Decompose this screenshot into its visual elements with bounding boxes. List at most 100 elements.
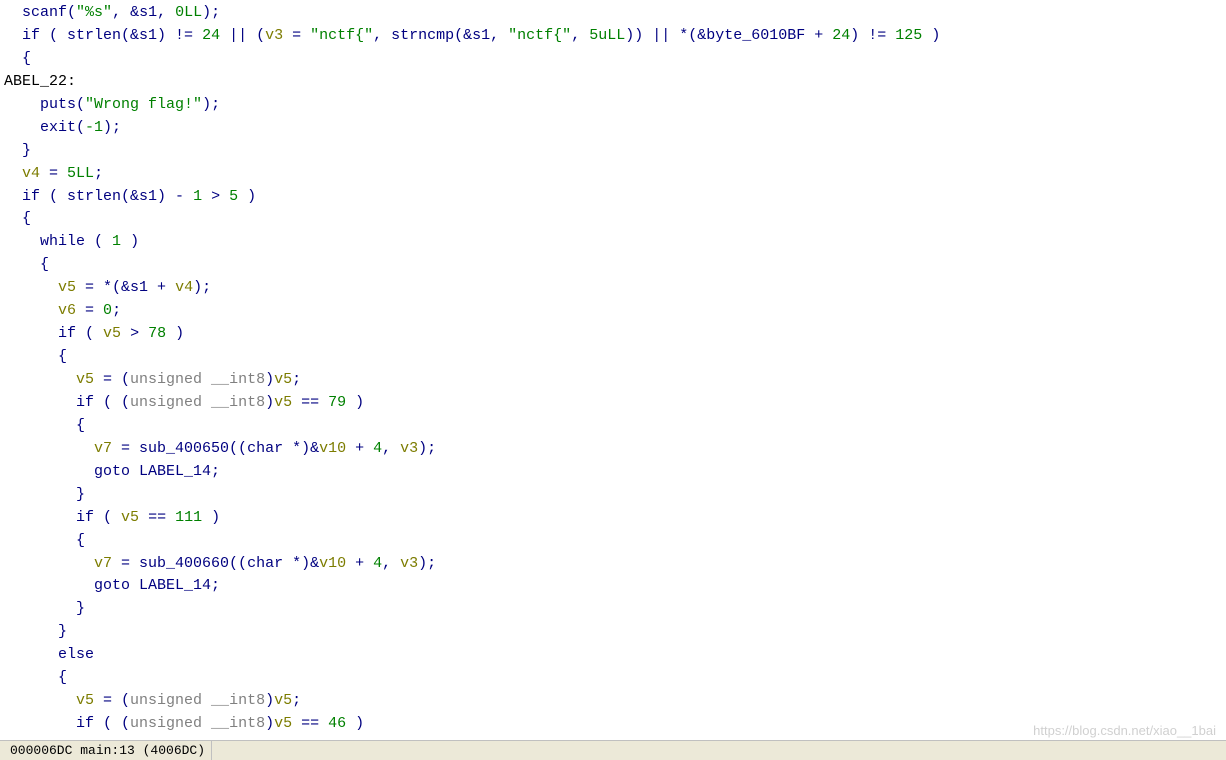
code-token: == — [292, 394, 328, 411]
code-line[interactable]: v5 = (unsigned __int8)v5; — [4, 369, 1222, 392]
code-token: if — [22, 27, 40, 44]
code-token: v3 — [400, 555, 418, 572]
code-token: 4 — [373, 440, 382, 457]
code-token: { — [58, 669, 67, 686]
code-token: v5 — [274, 692, 292, 709]
code-line[interactable]: { — [4, 530, 1222, 553]
code-token: scanf — [22, 4, 67, 21]
code-line[interactable]: v7 = sub_400660((char *)&v10 + 4, v3); — [4, 553, 1222, 576]
code-token: 1 — [193, 188, 202, 205]
code-line[interactable]: scanf("%s", &s1, 0LL); — [4, 2, 1222, 25]
code-token: ; — [112, 302, 121, 319]
code-token: v5 — [274, 371, 292, 388]
code-line[interactable]: { — [4, 346, 1222, 369]
code-line[interactable]: v5 = (unsigned __int8)v5; — [4, 690, 1222, 713]
code-token: unsigned __int8 — [130, 371, 265, 388]
code-line[interactable]: ABEL_22: — [4, 71, 1222, 94]
code-token: ); — [418, 555, 436, 572]
code-line[interactable]: } — [4, 621, 1222, 644]
code-token: ); — [418, 440, 436, 457]
code-token: { — [76, 532, 85, 549]
code-token: = sub_400650(( — [112, 440, 247, 457]
code-line[interactable]: } — [4, 484, 1222, 507]
code-token: else — [58, 646, 94, 663]
code-token: 4 — [373, 555, 382, 572]
code-token: , &s1, — [112, 4, 175, 21]
code-token: ( strlen(&s1) != — [40, 27, 202, 44]
code-token: v7 — [94, 555, 112, 572]
code-token: goto — [94, 463, 130, 480]
code-line[interactable]: while ( 1 ) — [4, 231, 1222, 254]
code-token: *)& — [283, 555, 319, 572]
code-line[interactable]: v4 = 5LL; — [4, 163, 1222, 186]
code-token: LABEL_14; — [130, 463, 220, 480]
code-token: , — [382, 440, 400, 457]
code-token: } — [22, 142, 31, 159]
code-token: -1 — [85, 119, 103, 136]
code-line[interactable]: if ( strlen(&s1) - 1 > 5 ) — [4, 186, 1222, 209]
code-token: while — [40, 233, 85, 250]
code-line[interactable]: { — [4, 667, 1222, 690]
code-token: 1 — [112, 233, 121, 250]
code-line[interactable]: else — [4, 644, 1222, 667]
code-token: v5 — [103, 325, 121, 342]
code-token: if — [22, 188, 40, 205]
code-token: ( strlen(&s1) - — [40, 188, 193, 205]
code-line[interactable]: if ( v5 == 111 ) — [4, 507, 1222, 530]
code-line[interactable]: } — [4, 598, 1222, 621]
code-token: ( — [85, 233, 112, 250]
code-token: v10 — [319, 440, 346, 457]
code-token: ) — [166, 325, 184, 342]
code-line[interactable]: } — [4, 140, 1222, 163]
code-token: ( ( — [94, 715, 130, 732]
code-token: ); — [103, 119, 121, 136]
code-token: = ( — [94, 371, 130, 388]
code-token: 111 — [175, 509, 202, 526]
code-viewer[interactable]: scanf("%s", &s1, 0LL); if ( strlen(&s1) … — [0, 0, 1226, 738]
code-token: ( ( — [94, 394, 130, 411]
code-token: if — [58, 325, 76, 342]
code-token: char — [247, 555, 283, 572]
code-token: 0LL — [175, 4, 202, 21]
code-token: ); — [202, 96, 220, 113]
code-token: = — [283, 27, 310, 44]
code-token: { — [22, 50, 31, 67]
code-line[interactable]: puts("Wrong flag!"); — [4, 94, 1222, 117]
code-line[interactable]: exit(-1); — [4, 117, 1222, 140]
code-token: ) — [202, 509, 220, 526]
code-line[interactable]: { — [4, 254, 1222, 277]
code-line[interactable]: goto LABEL_14; — [4, 461, 1222, 484]
code-token: unsigned __int8 — [130, 715, 265, 732]
code-token: v3 — [400, 440, 418, 457]
code-line[interactable]: v7 = sub_400650((char *)&v10 + 4, v3); — [4, 438, 1222, 461]
code-token: , strncmp(&s1, — [373, 27, 508, 44]
code-line[interactable]: { — [4, 48, 1222, 71]
code-token: v4 — [22, 165, 40, 182]
code-token: ) — [346, 715, 364, 732]
code-token: { — [58, 348, 67, 365]
code-token: v5 — [274, 715, 292, 732]
code-line[interactable]: if ( strlen(&s1) != 24 || (v3 = "nctf{",… — [4, 25, 1222, 48]
code-line[interactable]: v5 = *(&s1 + v4); — [4, 277, 1222, 300]
code-token: "nctf{" — [508, 27, 571, 44]
code-line[interactable]: if ( (unsigned __int8)v5 == 79 ) — [4, 392, 1222, 415]
status-bar: 000006DC main:13 (4006DC) — [0, 740, 1226, 760]
code-token: 78 — [148, 325, 166, 342]
code-line[interactable]: { — [4, 208, 1222, 231]
code-line[interactable]: v6 = 0; — [4, 300, 1222, 323]
code-token: ) — [346, 394, 364, 411]
code-line[interactable]: goto LABEL_14; — [4, 575, 1222, 598]
code-line[interactable]: if ( v5 > 78 ) — [4, 323, 1222, 346]
code-token: 5LL — [67, 165, 94, 182]
code-token: ( — [94, 509, 121, 526]
code-token: ) — [265, 715, 274, 732]
code-token: == — [139, 509, 175, 526]
code-token: > — [202, 188, 229, 205]
code-token: = — [76, 302, 103, 319]
code-token: 0 — [103, 302, 112, 319]
code-token: v6 — [58, 302, 76, 319]
code-line[interactable]: { — [4, 415, 1222, 438]
code-token: ; — [94, 165, 103, 182]
code-token: ) — [238, 188, 256, 205]
code-token: ); — [193, 279, 211, 296]
